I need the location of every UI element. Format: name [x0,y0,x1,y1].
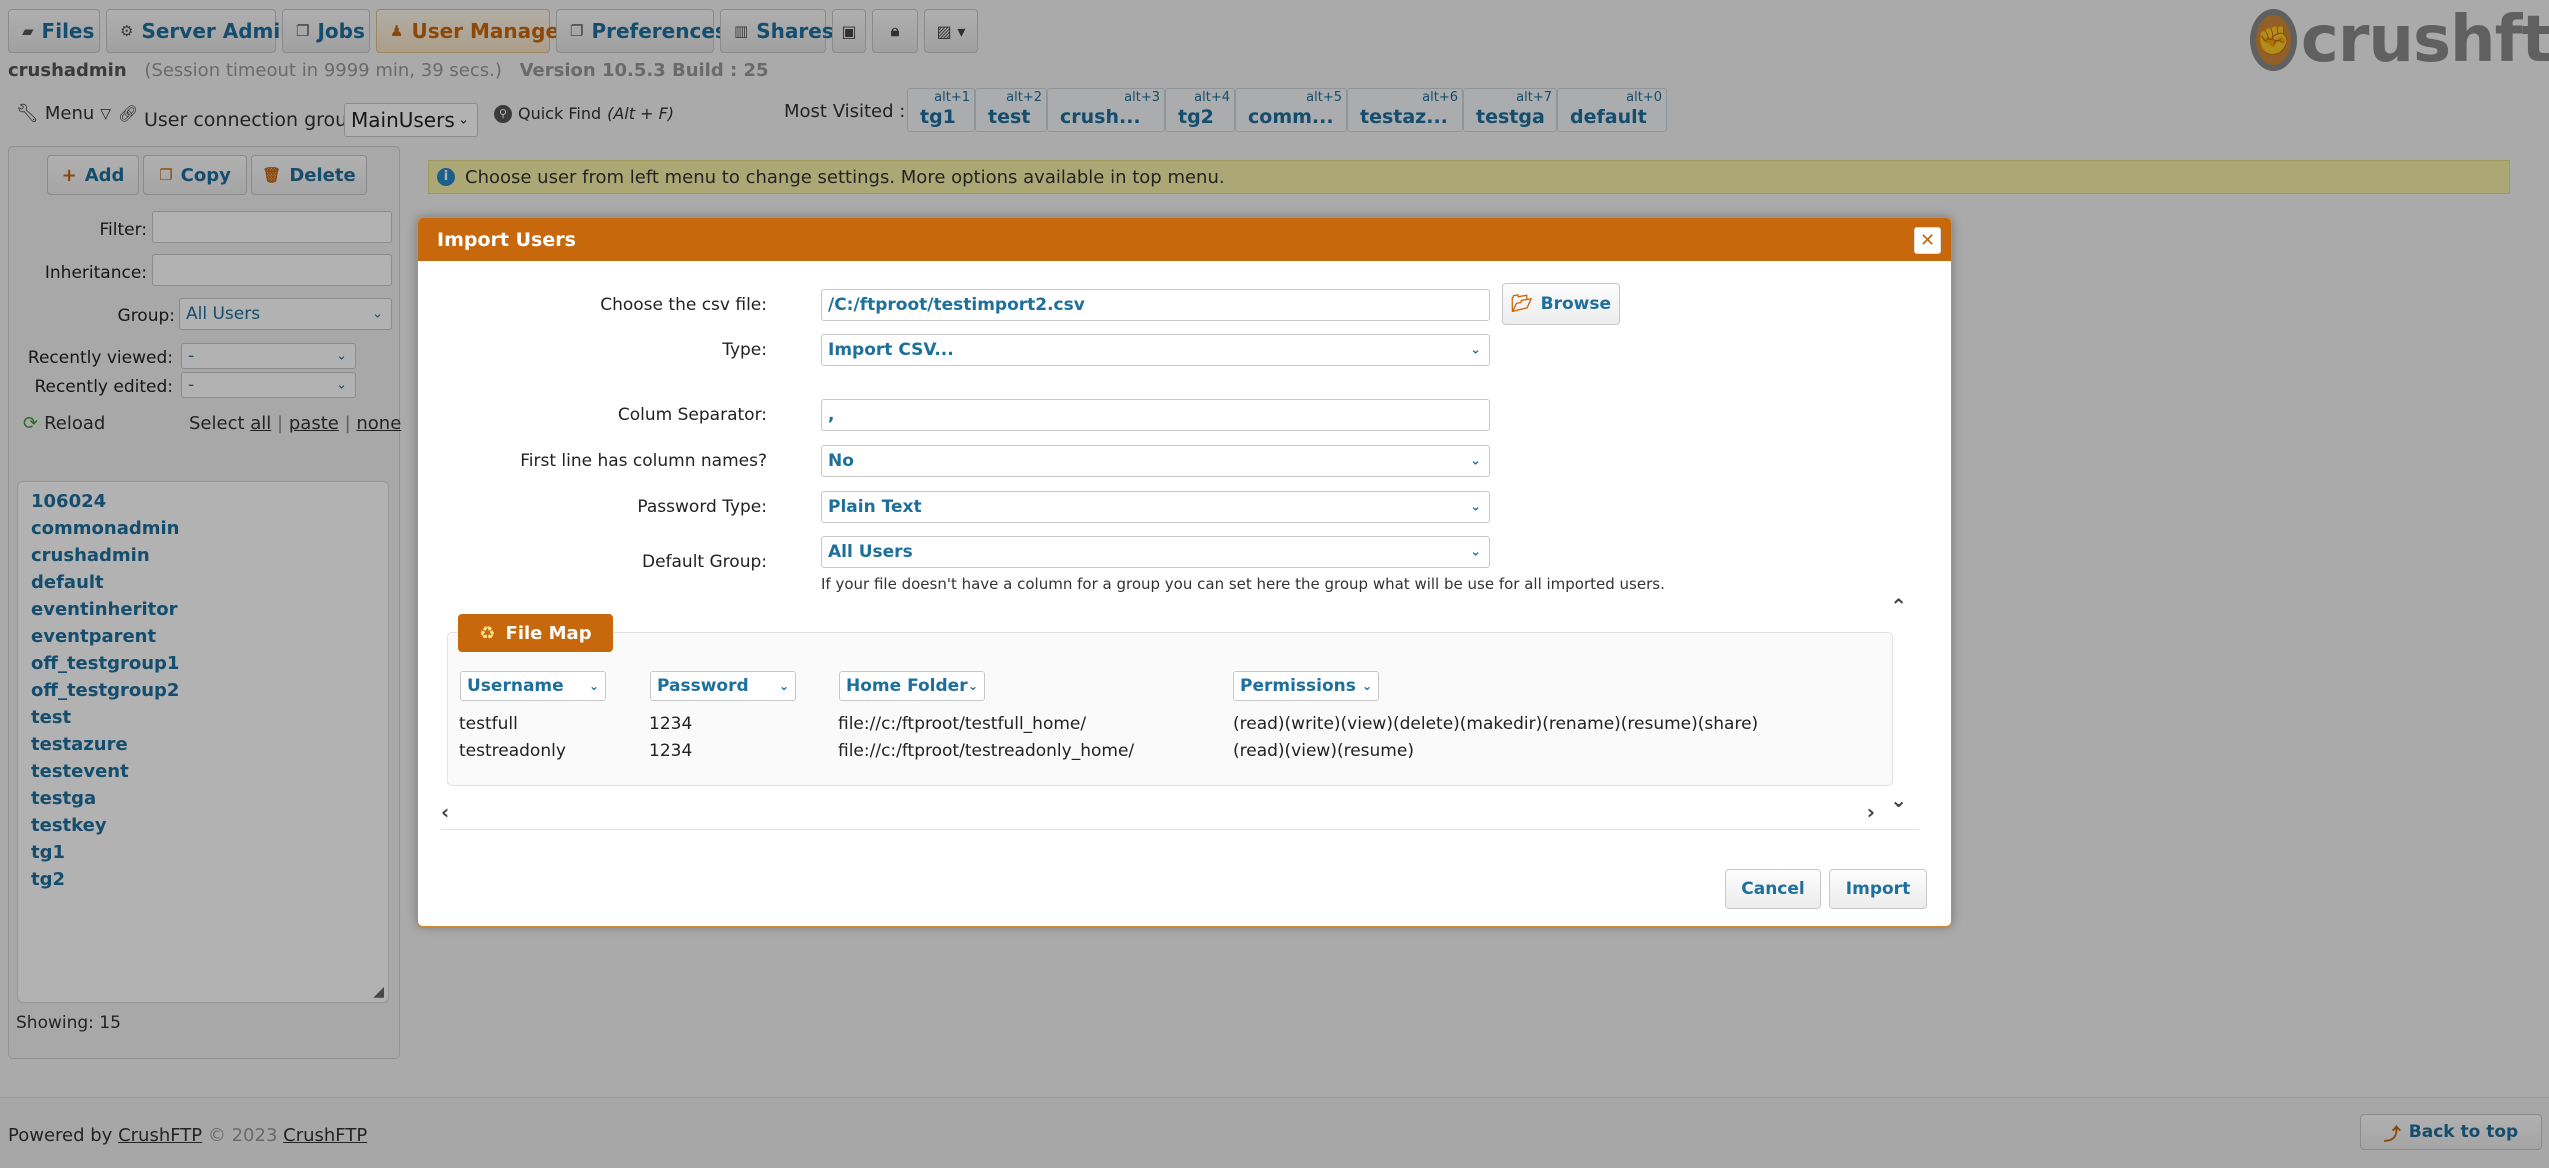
file-map-title: File Map [505,622,592,644]
table-cell: testreadonly [459,741,566,761]
cancel-label: Cancel [1741,879,1805,899]
default-group-hint: If your file doesn't have a column for a… [821,575,1665,593]
separator-input[interactable]: , [821,399,1490,431]
browse-button[interactable]: 📂︎ Browse [1502,283,1620,325]
browse-label: Browse [1540,294,1611,314]
chevron-right-icon[interactable]: › [1867,800,1875,824]
table-cell: file://c:/ftproot/testreadonly_home/ [838,741,1135,761]
table-cell: (read)(write)(view)(delete)(makedir)(ren… [1233,714,1759,734]
file-map-box [447,632,1893,786]
password-type-value: Plain Text [828,497,922,517]
close-button[interactable]: ✕ [1914,227,1941,254]
chevron-down-icon: ⌄ [778,679,789,693]
type-select[interactable]: Import CSV... ⌄ [821,334,1490,366]
type-label: Type: [722,340,767,360]
default-group-value: All Users [828,542,913,562]
import-label: Import [1845,879,1911,899]
cancel-button[interactable]: Cancel [1725,869,1821,909]
default-group-select[interactable]: All Users ⌄ [821,536,1490,568]
table-cell: (read)(view)(resume) [1233,741,1414,761]
password-type-select[interactable]: Plain Text ⌄ [821,491,1490,523]
type-value: Import CSV... [828,340,954,360]
horizontal-scrollbar[interactable]: ‹ › [441,800,1919,830]
table-cell: file://c:/ftproot/testfull_home/ [838,714,1087,734]
column-label: Username [467,676,564,696]
column-label: Permissions [1240,676,1356,696]
separator-value: , [828,405,835,425]
dialog-header: Import Users ✕ [418,218,1951,261]
csv-file-label: Choose the csv file: [600,295,767,315]
chevron-down-icon: ⌄ [1470,544,1481,560]
close-icon: ✕ [1919,230,1936,251]
app-root: ▰ Files ⚙ Server Admin ❐ Jobs ♟ User Man… [0,0,2549,1168]
table-cell: testfull [459,714,518,734]
first-line-label: First line has column names? [520,451,767,471]
chevron-left-icon[interactable]: ‹ [441,800,449,824]
chevron-down-icon: ⌄ [588,679,599,693]
folder-open-icon: 📂︎ [1511,294,1533,314]
csv-file-value: /C:/ftproot/testimport2.csv [828,295,1085,315]
password-type-label: Password Type: [637,497,767,517]
dialog-title: Import Users [437,228,576,251]
separator-label: Colum Separator: [617,405,767,425]
column-label: Password [657,676,749,696]
import-button[interactable]: Import [1829,869,1927,909]
chevron-down-icon: ⌄ [1470,453,1481,469]
chevron-down-icon: ⌄ [1470,499,1481,515]
first-line-select[interactable]: No ⌄ [821,445,1490,477]
first-line-value: No [828,451,854,471]
file-map-panel: ♻ File Map ⌃ ⌄ Username ⌄ Password ⌄ Hom… [447,594,1925,812]
column-map-home-folder[interactable]: Home Folder ⌄ [839,671,985,701]
chevron-down-icon: ⌄ [1361,679,1372,693]
table-cell: 1234 [649,714,693,734]
file-map-tab[interactable]: ♻ File Map [458,614,613,652]
chevron-up-icon[interactable]: ⌃ [1890,594,1907,618]
csv-file-input[interactable]: /C:/ftproot/testimport2.csv [821,289,1490,321]
import-users-dialog: Import Users ✕ Choose the csv file: /C:/… [417,217,1952,927]
column-map-password[interactable]: Password ⌄ [650,671,796,701]
chevron-down-icon: ⌄ [1470,342,1481,358]
refresh-icon: ♻ [479,622,496,644]
column-map-username[interactable]: Username ⌄ [460,671,606,701]
chevron-down-icon: ⌄ [967,679,978,693]
column-label: Home Folder [846,676,968,696]
default-group-label: Default Group: [641,552,767,572]
table-cell: 1234 [649,741,693,761]
column-map-permissions[interactable]: Permissions ⌄ [1233,671,1379,701]
